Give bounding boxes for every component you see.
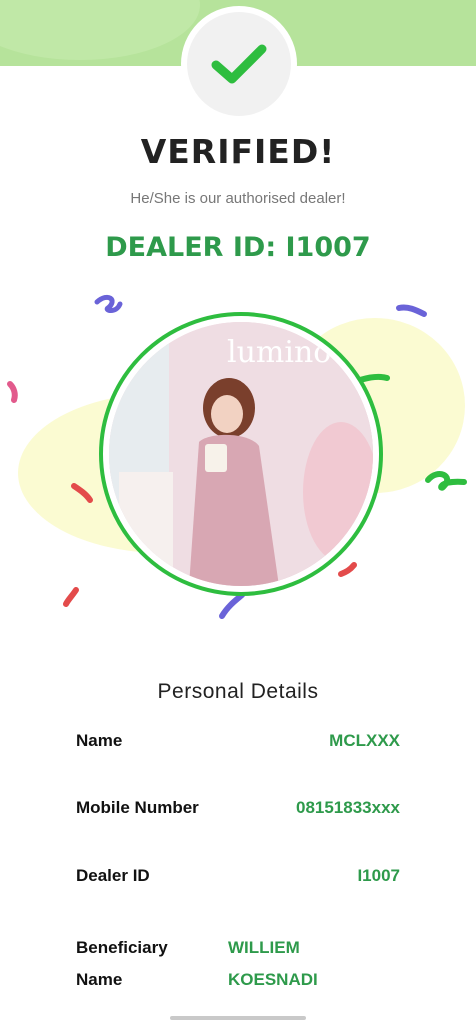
- home-indicator[interactable]: [170, 1016, 306, 1020]
- dealer-photo-frame: lumino bea: [99, 312, 383, 596]
- verified-badge: [187, 12, 291, 116]
- beneficiary-name-value: WILLIEM KOESNADI: [228, 932, 388, 996]
- page-title: VERIFIED!: [140, 132, 336, 171]
- page-subtitle: He/She is our authorised dealer!: [130, 190, 346, 207]
- confetti-piece: [425, 471, 467, 491]
- dealer-id-label: Dealer ID: [76, 866, 150, 885]
- confetti-piece: [338, 562, 357, 577]
- beneficiary-value-line-1: WILLIEM: [228, 938, 300, 957]
- photo-illustration: lumino bea: [109, 322, 373, 586]
- confetti-piece: [71, 483, 93, 503]
- dealer-id-value: I1007: [357, 866, 400, 885]
- personal-details-title: Personal Details: [157, 680, 319, 703]
- beneficiary-label-line-2: Name: [76, 970, 123, 989]
- confetti-piece: [63, 587, 79, 607]
- confetti-piece: [219, 592, 245, 619]
- beneficiary-name-label: Beneficiary Name: [76, 932, 196, 996]
- confetti-piece: [396, 304, 427, 317]
- check-icon: [211, 44, 267, 84]
- name-label: Name: [76, 731, 123, 750]
- mobile-number-label: Mobile Number: [76, 798, 199, 817]
- beneficiary-label-line-1: Beneficiary: [76, 938, 168, 957]
- name-value: MCLXXX: [329, 731, 400, 750]
- dealer-photo: lumino bea: [109, 322, 373, 586]
- dealer-id-heading: DEALER ID: I1007: [105, 232, 371, 263]
- mobile-number-value: 08151833xxx: [295, 798, 400, 817]
- confetti-piece: [357, 373, 390, 383]
- confetti-piece: [7, 381, 18, 403]
- confetti-piece: [94, 294, 123, 313]
- beneficiary-value-line-2: KOESNADI: [228, 970, 318, 989]
